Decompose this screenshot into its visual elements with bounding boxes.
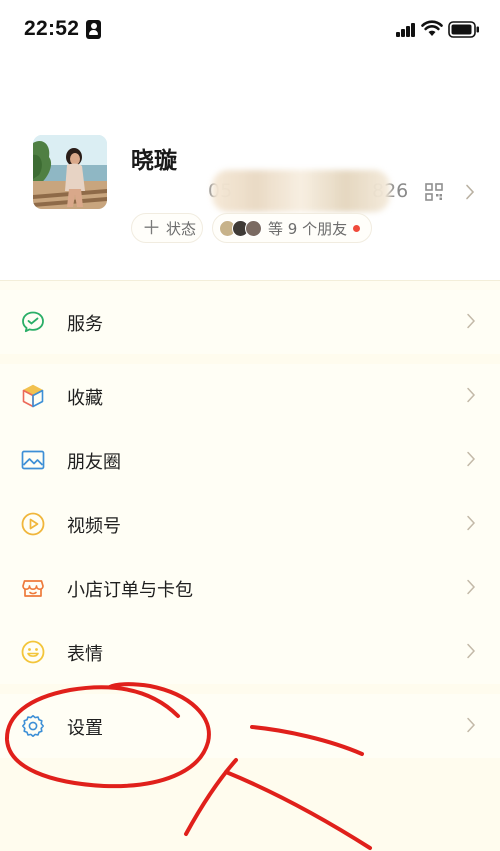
wechat-id-redaction	[212, 170, 390, 212]
menu-item-label: 服务	[67, 314, 103, 335]
header-divider	[0, 280, 500, 281]
menu-item-label: 表情	[67, 644, 103, 665]
profile-avatar[interactable]	[33, 135, 107, 209]
menu-item-label: 视频号	[67, 516, 121, 537]
bottom-empty-area	[0, 758, 500, 851]
section-gap	[0, 354, 500, 364]
chevron-right-icon	[467, 387, 476, 403]
menu-item-shop-orders[interactable]: 小店订单与卡包	[0, 556, 500, 620]
qr-code-icon[interactable]	[425, 183, 443, 201]
friend-avatar	[245, 219, 262, 237]
menu-item-favorites[interactable]: 收藏	[0, 364, 500, 428]
settings-gear-icon	[22, 715, 44, 737]
avatar-photo	[33, 135, 107, 209]
wifi-icon	[421, 20, 443, 36]
status-label: 状态	[166, 219, 197, 238]
favorites-cube-icon	[22, 384, 44, 408]
new-indicator-dot	[353, 224, 361, 232]
battery-icon	[448, 21, 479, 38]
channels-play-icon	[21, 512, 45, 536]
moments-image-icon	[21, 450, 45, 470]
person-icon	[86, 20, 101, 39]
status-time: 22:52	[24, 17, 80, 40]
chevron-right-icon	[467, 643, 476, 659]
chevron-right-icon	[467, 451, 476, 467]
friends-status-pill[interactable]: 等 9 个朋友	[212, 213, 372, 243]
menu-item-label: 小店订单与卡包	[67, 580, 193, 601]
wechat-pay-icon	[22, 311, 44, 333]
chevron-right-icon	[467, 515, 476, 531]
status-bar: 22:52	[0, 0, 500, 60]
friends-count-text: 等 9 个朋友	[268, 219, 348, 238]
menu-item-settings[interactable]: 设置	[0, 694, 500, 758]
chevron-right-icon	[467, 313, 476, 329]
cellular-signal-icon	[396, 21, 416, 37]
chevron-right-icon	[467, 717, 476, 733]
menu-item-label: 朋友圈	[67, 452, 121, 473]
status-button[interactable]: ＋ 状态	[131, 213, 203, 243]
menu-item-label: 收藏	[67, 388, 103, 409]
plus-icon: ＋	[142, 216, 162, 239]
profile-chevron-right-icon[interactable]	[465, 184, 475, 200]
chevron-right-icon	[467, 579, 476, 595]
menu-item-label: 设置	[67, 718, 103, 739]
shop-card-icon	[22, 580, 44, 597]
section-gap	[0, 684, 500, 694]
profile-name: 晓璇	[131, 148, 177, 174]
menu-item-moments[interactable]: 朋友圈	[0, 428, 500, 492]
friend-avatars	[219, 219, 262, 237]
menu-item-services[interactable]: 服务	[0, 290, 500, 354]
sticker-smile-icon	[21, 640, 45, 664]
menu-item-channels[interactable]: 视频号	[0, 492, 500, 556]
menu-item-stickers[interactable]: 表情	[0, 620, 500, 684]
